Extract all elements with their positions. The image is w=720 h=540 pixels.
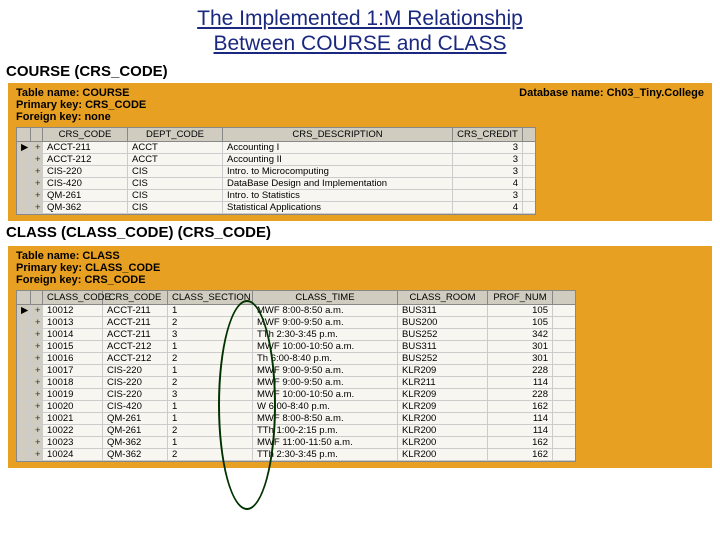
table-row: +10021QM-2611MWF 8:00-8:50 a.m.KLR200114 <box>17 413 575 425</box>
table-row: +10019CIS-2203MWF 10:00-10:50 a.m.KLR209… <box>17 389 575 401</box>
table-row: ▶+ACCT-211ACCTAccounting I3 <box>17 142 535 154</box>
table-row: +CIS-420CISDataBase Design and Implement… <box>17 178 535 190</box>
col-crs-code: CRS_CODE <box>43 128 128 141</box>
class-pk: Primary key: CLASS_CODE <box>16 262 704 274</box>
course-header-row: CRS_CODE DEPT_CODE CRS_DESCRIPTION CRS_C… <box>17 128 535 142</box>
title-line-2: Between COURSE and CLASS <box>214 32 507 55</box>
col-class-time: CLASS_TIME <box>253 291 398 304</box>
col-crs-credit: CRS_CREDIT <box>453 128 523 141</box>
table-row: +10024QM-3622TTh 2:30-3:45 p.m.KLR200162 <box>17 449 575 461</box>
database-name: Database name: Ch03_Tiny.College <box>519 87 704 123</box>
course-tablename: Table name: COURSE <box>16 87 146 99</box>
table-row: +10018CIS-2202MWF 9:00-9:50 a.m.KLR21111… <box>17 377 575 389</box>
col-class-code: CLASS_CODE <box>43 291 103 304</box>
class-tablename: Table name: CLASS <box>16 250 704 262</box>
table-row: +10013ACCT-2112MWF 9:00-9:50 a.m.BUS2001… <box>17 317 575 329</box>
slide-title: The Implemented 1:M Relationship Between… <box>0 0 720 60</box>
course-pk: Primary key: CRS_CODE <box>16 99 146 111</box>
table-row: +10023QM-3621MWF 11:00-11:50 a.m.KLR2001… <box>17 437 575 449</box>
col-class-crs: CRS_CODE <box>103 291 168 304</box>
class-table: CLASS_CODE CRS_CODE CLASS_SECTION CLASS_… <box>16 290 576 462</box>
col-class-room: CLASS_ROOM <box>398 291 488 304</box>
table-row: +QM-362CISStatistical Applications4 <box>17 202 535 214</box>
table-row: +10015ACCT-2121MWF 10:00-10:50 a.m.BUS31… <box>17 341 575 353</box>
title-line-1: The Implemented 1:M Relationship <box>197 7 523 30</box>
table-row: ▶+10012ACCT-2111MWF 8:00-8:50 a.m.BUS311… <box>17 305 575 317</box>
section-course-label: COURSE (CRS_CODE) <box>0 60 720 83</box>
table-row: +10014ACCT-2113TTh 2:30-3:45 p.m.BUS2523… <box>17 329 575 341</box>
class-header-row: CLASS_CODE CRS_CODE CLASS_SECTION CLASS_… <box>17 291 575 305</box>
course-panel: Table name: COURSE Primary key: CRS_CODE… <box>8 83 712 221</box>
col-dept-code: DEPT_CODE <box>128 128 223 141</box>
class-fk: Foreign key: CRS_CODE <box>16 274 704 286</box>
table-row: +10016ACCT-2122Th 6:00-8:40 p.m.BUS25230… <box>17 353 575 365</box>
course-fk: Foreign key: none <box>16 111 146 123</box>
table-row: +ACCT-212ACCTAccounting II3 <box>17 154 535 166</box>
col-crs-desc: CRS_DESCRIPTION <box>223 128 453 141</box>
col-class-section: CLASS_SECTION <box>168 291 253 304</box>
table-row: +QM-261CISIntro. to Statistics3 <box>17 190 535 202</box>
col-prof-num: PROF_NUM <box>488 291 553 304</box>
table-row: +10020CIS-4201W 6:00-8:40 p.m.KLR209162 <box>17 401 575 413</box>
section-class-label: CLASS (CLASS_CODE) (CRS_CODE) <box>0 221 720 244</box>
class-panel: Table name: CLASS Primary key: CLASS_COD… <box>8 246 712 468</box>
table-row: +10017CIS-2201MWF 9:00-9:50 a.m.KLR20922… <box>17 365 575 377</box>
table-row: +10022QM-2612TTh 1:00-2:15 p.m.KLR200114 <box>17 425 575 437</box>
course-table: CRS_CODE DEPT_CODE CRS_DESCRIPTION CRS_C… <box>16 127 536 215</box>
table-row: +CIS-220CISIntro. to Microcomputing3 <box>17 166 535 178</box>
